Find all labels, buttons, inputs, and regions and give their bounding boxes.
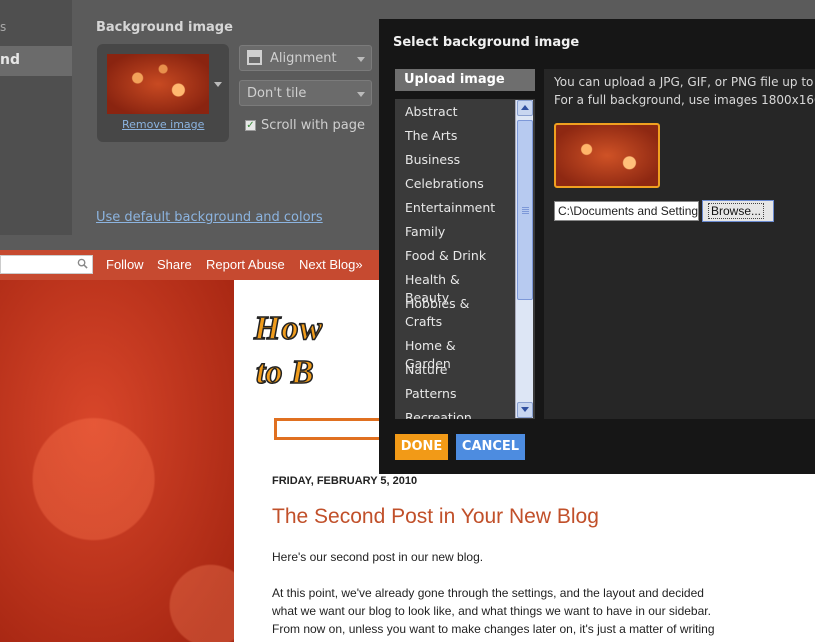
scroll-thumb[interactable] (517, 120, 533, 300)
file-path-input[interactable]: C:\Documents and Settings (554, 201, 699, 221)
tile-value: Don't tile (247, 86, 307, 101)
alignment-dropdown[interactable]: Alignment (239, 45, 372, 71)
search-icon[interactable] (77, 258, 88, 269)
browse-button-label: Browse... (708, 203, 765, 219)
done-button[interactable]: DONE (395, 434, 448, 460)
upload-instructions-line: For a full background, use images 1800x1… (554, 93, 815, 107)
post-paragraph: Here's our second post in our new blog. (272, 550, 484, 564)
category-item-recreation[interactable]: Recreation (405, 409, 505, 419)
post-line: At this point, we've already gone throug… (272, 586, 704, 600)
chevron-down-icon[interactable] (214, 82, 222, 87)
remove-image-link[interactable]: Remove image (122, 118, 204, 131)
category-item-hobbies-crafts[interactable]: Hobbies & Crafts (405, 295, 475, 331)
blog-logo[interactable]: How to B (253, 309, 384, 400)
left-rail: s nd (0, 0, 72, 235)
post-paragraph: At this point, we've already gone throug… (272, 584, 792, 638)
tab-upload-image[interactable]: Upload image (395, 69, 535, 91)
category-item-the-arts[interactable]: The Arts (405, 127, 505, 145)
uploaded-image-thumbnail[interactable] (554, 123, 660, 188)
rail-item-background[interactable]: nd (0, 52, 20, 68)
post-line: From now on, unless you want to make cha… (272, 622, 715, 636)
category-item-abstract[interactable]: Abstract (405, 103, 505, 121)
logo-line-1: How (253, 309, 324, 348)
category-item-family[interactable]: Family (405, 223, 505, 241)
post-date: FRIDAY, FEBRUARY 5, 2010 (272, 475, 418, 487)
scroll-up-button[interactable] (517, 100, 533, 116)
select-background-dialog: Select background image Upload image Abs… (379, 19, 815, 474)
grip-icon (522, 207, 529, 214)
category-item-food-drink[interactable]: Food & Drink (405, 247, 505, 265)
current-background-thumbnail[interactable] (107, 54, 209, 114)
category-item-celebrations[interactable]: Celebrations (405, 175, 505, 193)
search-input[interactable] (0, 255, 93, 274)
category-scrollbar[interactable] (515, 100, 533, 418)
category-list: Abstract The Arts Business Celebrations … (395, 99, 535, 419)
logo-line-2: to B (255, 353, 314, 392)
category-item-business[interactable]: Business (405, 151, 505, 169)
arrow-up-icon (521, 105, 529, 110)
alignment-value: Alignment (270, 51, 337, 66)
rail-item-partial[interactable]: s (0, 20, 6, 34)
chevron-down-icon (357, 92, 365, 97)
post-title[interactable]: The Second Post in Your New Blog (272, 505, 599, 529)
cancel-button[interactable]: CANCEL (456, 434, 525, 460)
use-default-background-link[interactable]: Use default background and colors (96, 210, 323, 225)
chevron-down-icon (357, 57, 365, 62)
upload-instructions: You can upload a JPG, GIF, or PNG file u… (554, 73, 815, 109)
background-image-heading: Background image (96, 20, 233, 35)
scroll-down-button[interactable] (517, 402, 533, 418)
follow-link[interactable]: Follow (106, 257, 144, 272)
post-line: what we want our blog to look like, and … (272, 604, 711, 618)
share-link[interactable]: Share (157, 257, 192, 272)
scroll-with-page-checkbox[interactable]: ✓ (245, 120, 256, 131)
upload-panel: You can upload a JPG, GIF, or PNG file u… (544, 69, 815, 419)
category-item-patterns[interactable]: Patterns (405, 385, 505, 403)
category-item-entertainment[interactable]: Entertainment (405, 199, 505, 217)
logo-underline-bar (274, 418, 384, 440)
current-background-box[interactable]: Remove image (97, 44, 229, 142)
report-abuse-link[interactable]: Report Abuse (206, 257, 285, 272)
tile-dropdown[interactable]: Don't tile (239, 80, 372, 106)
upload-instructions-line: You can upload a JPG, GIF, or PNG file u… (554, 75, 815, 89)
next-blog-link[interactable]: Next Blog» (299, 257, 363, 272)
category-item-nature[interactable]: Nature (405, 361, 505, 379)
scroll-with-page-label[interactable]: Scroll with page (261, 118, 365, 133)
dialog-title: Select background image (393, 35, 580, 50)
alignment-icon (247, 50, 262, 65)
browse-button[interactable]: Browse... (702, 200, 774, 222)
blog-background (0, 280, 234, 642)
arrow-down-icon (521, 407, 529, 412)
